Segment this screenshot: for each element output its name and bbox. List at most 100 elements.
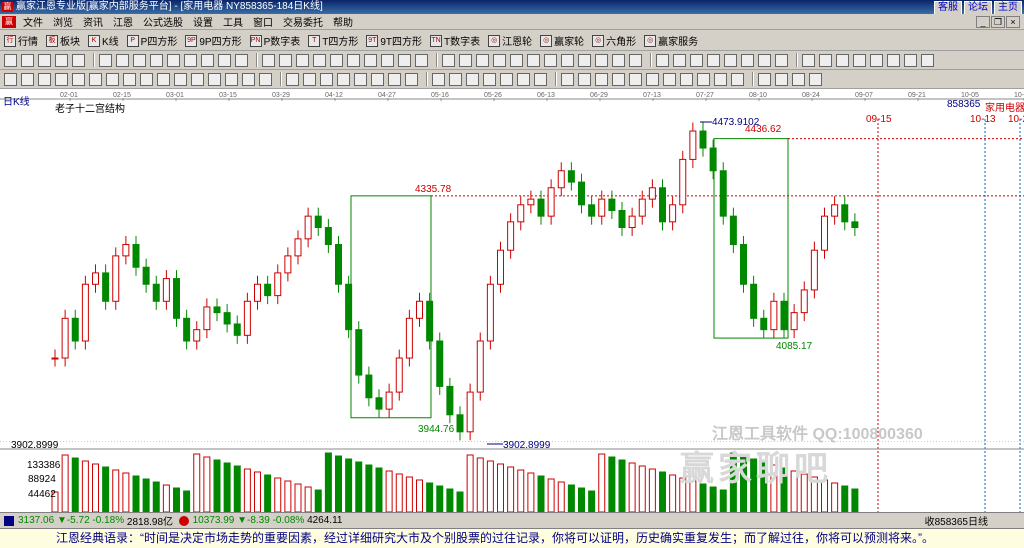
menu-trade[interactable]: 交易委托 — [278, 14, 328, 29]
restore-icon[interactable]: ❐ — [991, 16, 1005, 28]
tool-icon[interactable] — [646, 72, 659, 86]
tool-icon[interactable] — [150, 53, 163, 67]
tool-icon[interactable] — [123, 72, 136, 86]
toolbar-btn-8[interactable]: TN T数字表 — [430, 33, 480, 48]
tool-icon[interactable] — [887, 53, 900, 67]
tool-icon[interactable] — [262, 53, 275, 67]
tool-icon[interactable] — [72, 72, 85, 86]
toolbar-btn-12[interactable]: ◎ 赢家服务 — [644, 33, 698, 48]
tool-icon[interactable] — [561, 72, 574, 86]
tool-icon[interactable] — [680, 72, 693, 86]
tool-icon[interactable] — [259, 72, 272, 86]
tool-icon[interactable] — [775, 53, 788, 67]
link-home[interactable]: 主页 — [994, 1, 1022, 15]
toolbar-btn-6[interactable]: T T四方形 — [308, 33, 358, 48]
tool-icon[interactable] — [493, 53, 506, 67]
tool-icon[interactable] — [201, 53, 214, 67]
tool-icon[interactable] — [364, 53, 377, 67]
toolbar-btn-2[interactable]: K K线 — [88, 33, 119, 48]
tool-icon[interactable] — [140, 72, 153, 86]
tool-icon[interactable] — [483, 72, 496, 86]
tool-icon[interactable] — [405, 72, 418, 86]
tool-icon[interactable] — [313, 53, 326, 67]
toolbar-btn-1[interactable]: 板板块 — [46, 33, 80, 48]
tool-icon[interactable] — [476, 53, 489, 67]
tool-icon[interactable] — [286, 72, 299, 86]
tool-icon[interactable] — [714, 72, 727, 86]
tool-icon[interactable] — [629, 72, 642, 86]
tool-icon[interactable] — [741, 53, 754, 67]
toolbar-btn-5[interactable]: PN P数字表 — [249, 33, 300, 48]
tool-icon[interactable] — [527, 53, 540, 67]
tool-icon[interactable] — [106, 72, 119, 86]
menu-window[interactable]: 窗口 — [248, 14, 278, 29]
tool-icon[interactable] — [330, 53, 343, 67]
tool-icon[interactable] — [55, 72, 68, 86]
tool-icon[interactable] — [459, 53, 472, 67]
tool-icon[interactable] — [303, 72, 316, 86]
close-icon[interactable]: × — [1006, 16, 1020, 28]
tool-icon[interactable] — [89, 72, 102, 86]
tool-icon[interactable] — [38, 72, 51, 86]
tool-icon[interactable] — [466, 72, 479, 86]
menu-logo-icon[interactable]: 赢 — [2, 15, 16, 28]
tool-icon[interactable] — [870, 53, 883, 67]
tool-icon[interactable] — [731, 72, 744, 86]
tool-icon[interactable] — [853, 53, 866, 67]
tool-icon[interactable] — [398, 53, 411, 67]
tool-icon[interactable] — [561, 53, 574, 67]
tool-icon[interactable] — [371, 72, 384, 86]
tool-icon[interactable] — [809, 72, 822, 86]
menu-gann[interactable]: 江恩 — [108, 14, 138, 29]
tool-icon[interactable] — [836, 53, 849, 67]
toolbar-btn-9[interactable]: ◎ 江恩轮 — [488, 33, 532, 48]
tool-icon[interactable] — [595, 72, 608, 86]
tool-icon[interactable] — [578, 53, 591, 67]
menu-settings[interactable]: 设置 — [188, 14, 218, 29]
toolbar-btn-4[interactable]: 9P 9P四方形 — [185, 33, 242, 48]
tool-icon[interactable] — [218, 53, 231, 67]
minimize-icon[interactable]: _ — [976, 16, 990, 28]
tool-icon[interactable] — [235, 53, 248, 67]
tool-icon[interactable] — [690, 53, 703, 67]
tool-icon[interactable] — [904, 53, 917, 67]
link-support[interactable]: 客服 — [934, 1, 962, 15]
tool-icon[interactable] — [449, 72, 462, 86]
tool-icon[interactable] — [500, 72, 513, 86]
tool-icon[interactable] — [775, 72, 788, 86]
tool-icon[interactable] — [578, 72, 591, 86]
tool-icon[interactable] — [534, 72, 547, 86]
tool-icon[interactable] — [381, 53, 394, 67]
tool-icon[interactable] — [337, 72, 350, 86]
tool-icon[interactable] — [758, 53, 771, 67]
toolbar-btn-10[interactable]: ◎ 赢家轮 — [540, 33, 584, 48]
menu-formula[interactable]: 公式选股 — [138, 14, 188, 29]
tool-icon[interactable] — [133, 53, 146, 67]
menu-help[interactable]: 帮助 — [328, 14, 358, 29]
tool-icon[interactable] — [724, 53, 737, 67]
menu-tools[interactable]: 工具 — [218, 14, 248, 29]
menu-file[interactable]: 文件 — [18, 14, 48, 29]
toolbar-btn-0[interactable]: 行行情 — [4, 33, 38, 48]
tool-icon[interactable] — [802, 53, 815, 67]
tool-icon[interactable] — [544, 53, 557, 67]
tool-icon[interactable] — [347, 53, 360, 67]
tool-icon[interactable] — [792, 72, 805, 86]
tool-icon[interactable] — [354, 72, 367, 86]
tool-icon[interactable] — [656, 53, 669, 67]
tool-icon[interactable] — [21, 72, 34, 86]
tool-icon[interactable] — [208, 72, 221, 86]
tool-icon[interactable] — [296, 53, 309, 67]
tool-icon[interactable] — [612, 72, 625, 86]
tool-icon[interactable] — [38, 53, 51, 67]
tool-icon[interactable] — [225, 72, 238, 86]
tool-icon[interactable] — [510, 53, 523, 67]
menu-info[interactable]: 资讯 — [78, 14, 108, 29]
menu-browse[interactable]: 浏览 — [48, 14, 78, 29]
tool-icon[interactable] — [4, 72, 17, 86]
tool-icon[interactable] — [432, 72, 445, 86]
tool-icon[interactable] — [921, 53, 934, 67]
toolbar-btn-7[interactable]: 9T 9T四方形 — [366, 33, 422, 48]
tool-icon[interactable] — [595, 53, 608, 67]
tool-icon[interactable] — [697, 72, 710, 86]
